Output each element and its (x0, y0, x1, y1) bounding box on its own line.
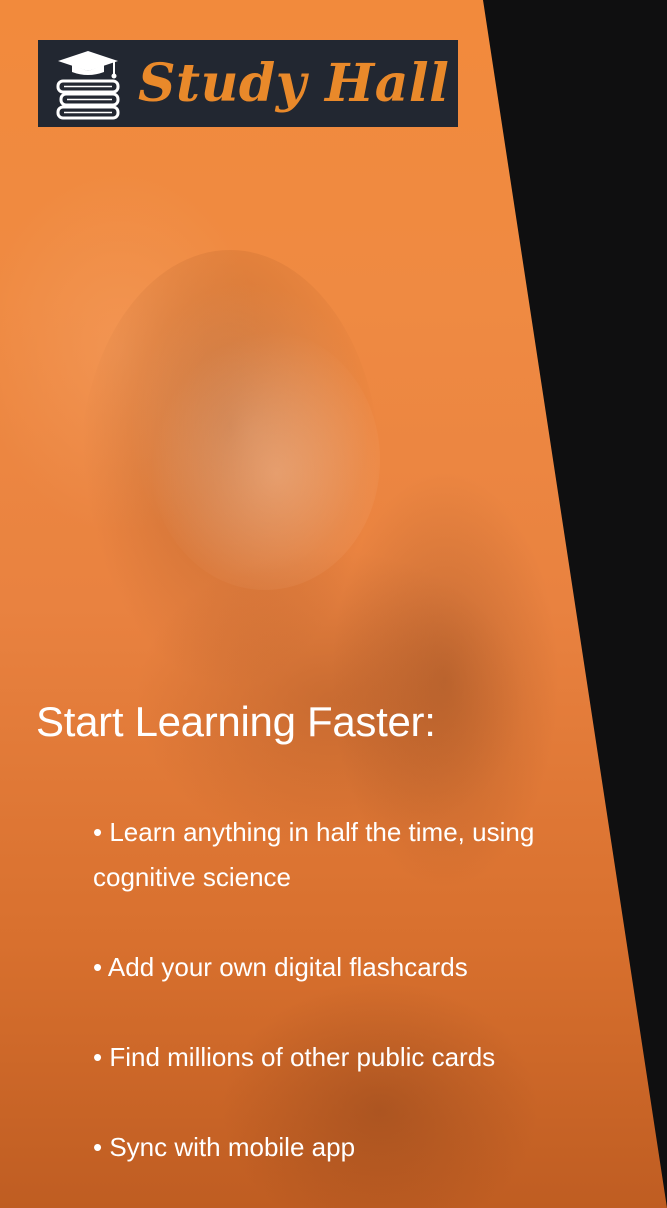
photo-shape-face (150, 330, 380, 590)
feature-text: Learn anything in half the time, using c… (93, 817, 535, 892)
feature-text: Find millions of other public cards (109, 1042, 496, 1072)
feature-item: • Learn anything in half the time, using… (93, 810, 573, 900)
landing-page: Study Hall Start Learning Faster: • Lear… (0, 0, 667, 1208)
feature-text: Add your own digital flashcards (107, 952, 468, 982)
feature-bullet: • (93, 817, 103, 847)
feature-bullet: • (93, 952, 103, 982)
feature-bullet: • (93, 1042, 103, 1072)
graduation-cap-books-icon (48, 40, 128, 127)
feature-item: • Sync with mobile app (93, 1125, 573, 1170)
photo-shape-hair (80, 250, 380, 690)
study-hall-logo[interactable]: Study Hall (38, 40, 458, 127)
hero-headline: Start Learning Faster: (36, 698, 436, 745)
feature-list: • Learn anything in half the time, using… (93, 810, 573, 1208)
feature-text: Sync with mobile app (109, 1132, 356, 1162)
brand-name: Study Hall (138, 53, 450, 114)
feature-item: • Find millions of other public cards (93, 1035, 573, 1080)
feature-bullet: • (93, 1132, 103, 1162)
feature-item: • Add your own digital flashcards (93, 945, 573, 990)
